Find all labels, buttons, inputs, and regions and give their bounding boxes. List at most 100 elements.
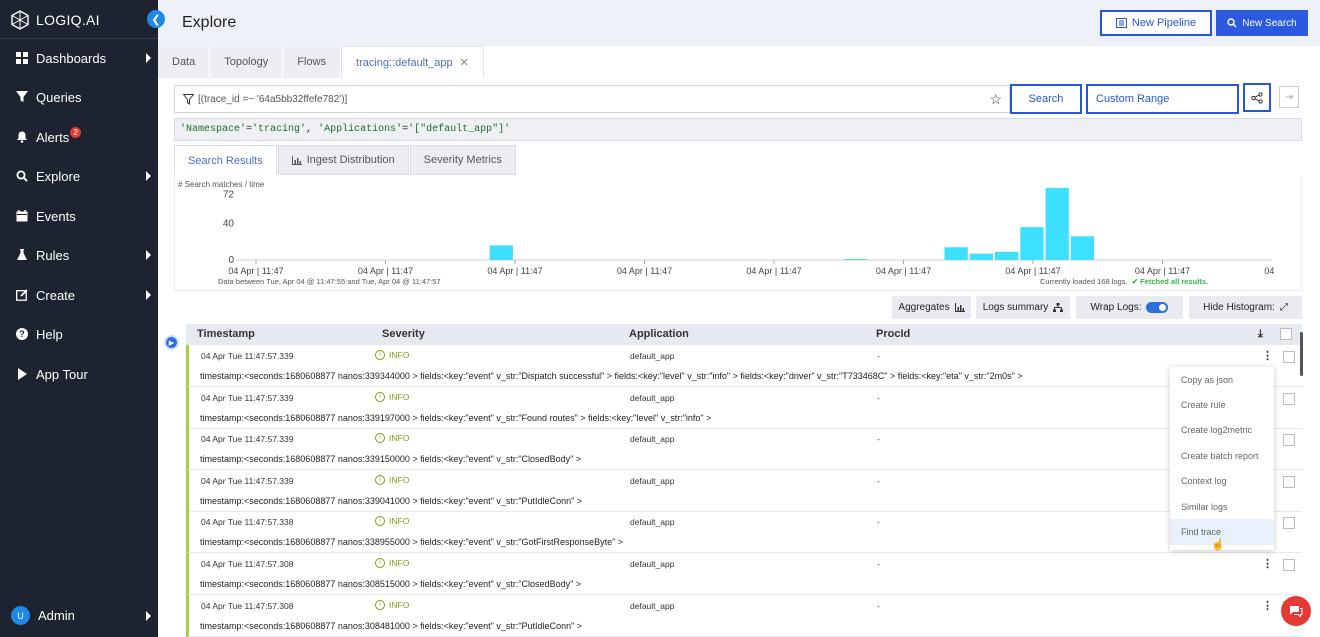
edit-icon — [15, 289, 28, 302]
row-checkbox[interactable] — [1283, 475, 1295, 488]
histogram-bar[interactable] — [995, 251, 1019, 260]
menu-item-create-batch-report[interactable]: Create batch report — [1170, 443, 1274, 468]
histogram-bar[interactable] — [843, 259, 867, 260]
chat-button[interactable] — [1281, 596, 1311, 626]
toggle-switch[interactable] — [1146, 302, 1169, 313]
share-button[interactable] — [1243, 83, 1271, 112]
row-checkbox[interactable] — [1283, 434, 1295, 447]
row-severity: i INFO — [375, 350, 409, 360]
tab-severity-metrics[interactable]: Severity Metrics — [409, 145, 516, 175]
row-message[interactable]: timestamp:<seconds:1680608877 nanos:3389… — [200, 537, 623, 547]
table-row[interactable]: 04 Apr Tue 11:47:57.339 i INFO default_app -… — [186, 428, 1302, 471]
expand-button[interactable]: ⇥ — [1279, 86, 1299, 108]
table-row[interactable]: 04 Apr Tue 11:47:57.308 i INFO default_app -… — [186, 594, 1302, 637]
row-application: default_app — [630, 475, 675, 486]
histogram-bar[interactable] — [1020, 227, 1044, 260]
more-vertical-icon[interactable]: ⋮ — [1262, 599, 1273, 612]
new-pipeline-label: New Pipeline — [1131, 17, 1197, 29]
tab-topology[interactable]: Topology — [210, 46, 284, 78]
new-search-button[interactable]: New Search — [1216, 10, 1308, 36]
row-message[interactable]: timestamp:<seconds:1680608877 nanos:3084… — [200, 621, 582, 631]
question-icon: ? — [15, 328, 28, 341]
sidebar-item-create[interactable]: Create — [0, 280, 158, 310]
tab-tracing-default-app[interactable]: tracing::default_app ✕ — [341, 46, 484, 78]
row-message[interactable]: timestamp:<seconds:1680608877 nanos:3391… — [200, 454, 581, 464]
sidebar-item-events[interactable]: Events — [0, 201, 158, 231]
tab-ingest-distribution[interactable]: Ingest Distribution — [277, 145, 409, 175]
histogram-bar[interactable] — [969, 253, 994, 260]
table-row[interactable]: 04 Apr Tue 11:47:57.338 i INFO default_app -… — [186, 511, 1302, 554]
col-timestamp[interactable]: Timestamp — [197, 328, 255, 340]
select-all-checkbox[interactable] — [1280, 328, 1292, 340]
star-icon[interactable]: ☆ — [989, 91, 1002, 108]
filter-bar[interactable]: 'Namespace' ='tracing', 'Applications' = '[… — [174, 118, 1302, 141]
user-menu[interactable]: U Admin — [11, 606, 75, 625]
row-procid: - — [877, 600, 880, 611]
table-row[interactable]: 04 Apr Tue 11:47:57.308 i INFO default_app -… — [186, 553, 1302, 595]
menu-item-copy-as-json[interactable]: Copy as json — [1170, 367, 1274, 392]
close-icon[interactable]: ✕ — [460, 56, 469, 69]
menu-item-create-log2metric[interactable]: Create log2metric — [1170, 418, 1274, 443]
sidebar-item-alerts[interactable]: Alerts 2 — [0, 122, 158, 152]
hide-histogram-label: Hide Histogram: — [1203, 302, 1275, 313]
menu-item-context-log[interactable]: Context log — [1170, 469, 1274, 494]
x-tick-label: 04 Apr | 11:47 — [617, 266, 672, 276]
row-checkbox[interactable] — [1283, 517, 1295, 530]
col-procid[interactable]: ProcId — [876, 328, 910, 340]
y-tick-label: 0 — [228, 255, 234, 266]
row-message[interactable]: timestamp:<seconds:1680608877 nanos:3393… — [200, 371, 1023, 381]
table-row[interactable]: 04 Apr Tue 11:47:57.339 i INFO default_app -… — [186, 345, 1302, 387]
chat-icon — [1290, 606, 1303, 617]
sidebar-item-label: Create — [36, 287, 76, 303]
page-header: Explore New Pipeline New Search — [158, 0, 1320, 46]
menu-item-similar-logs[interactable]: Similar logs — [1170, 494, 1274, 519]
row-checkbox[interactable] — [1283, 351, 1295, 363]
wrap-logs-toggle[interactable]: Wrap Logs: — [1076, 296, 1183, 319]
x-tick-label: 04 Apr | 11:47 — [228, 266, 283, 276]
more-vertical-icon[interactable]: ⋮ — [1262, 349, 1273, 362]
loaded-text: Currently loaded 168 logs. — [1040, 277, 1128, 286]
logs-summary-button[interactable]: Logs summary — [976, 296, 1070, 319]
play-icon[interactable]: ▶ — [164, 335, 179, 350]
row-application: default_app — [630, 434, 675, 445]
tab-flows[interactable]: Flows — [283, 46, 342, 78]
sidebar-item-label: App Tour — [36, 366, 88, 382]
new-pipeline-button[interactable]: New Pipeline — [1100, 10, 1212, 36]
more-vertical-icon[interactable]: ⋮ — [1262, 557, 1273, 570]
row-timestamp: 04 Apr Tue 11:47:57.338 — [201, 517, 294, 528]
scrollbar[interactable] — [1300, 332, 1303, 376]
row-message[interactable]: timestamp:<seconds:1680608877 nanos:3085… — [200, 579, 581, 589]
sidebar-item-rules[interactable]: Rules — [0, 240, 158, 270]
aggregates-button[interactable]: Aggregates — [892, 296, 971, 319]
row-message[interactable]: timestamp:<seconds:1680608877 nanos:3390… — [200, 496, 582, 506]
row-severity: i INFO — [375, 516, 409, 527]
sidebar-item-dashboards[interactable]: Dashboards — [0, 43, 158, 73]
search-button[interactable]: Search — [1010, 84, 1082, 114]
row-checkbox[interactable] — [1283, 392, 1295, 405]
query-input[interactable]: [(trace_id =~ '64a5bb32ffefe782')] ☆ — [174, 85, 1010, 113]
row-checkbox[interactable] — [1283, 559, 1295, 571]
row-message[interactable]: timestamp:<seconds:1680608877 nanos:3391… — [200, 413, 711, 423]
table-row[interactable]: 04 Apr Tue 11:47:57.339 i INFO default_app -… — [186, 469, 1302, 512]
collapse-sidebar-button[interactable]: ❮ — [147, 10, 165, 28]
col-application[interactable]: Application — [629, 328, 689, 340]
menu-item-create-rule[interactable]: Create rule — [1170, 392, 1274, 417]
sidebar-item-queries[interactable]: Queries — [0, 82, 158, 112]
histogram-bar[interactable] — [1045, 187, 1069, 260]
chevron-right-icon — [146, 53, 151, 63]
logo[interactable]: LOGIQ.AI — [10, 9, 100, 31]
sidebar-item-app-tour[interactable]: App Tour — [0, 359, 158, 389]
hide-histogram-button[interactable]: Hide Histogram: ⤢ — [1189, 296, 1302, 319]
table-row[interactable]: 04 Apr Tue 11:47:57.339 i INFO default_app -… — [186, 386, 1302, 429]
tab-data[interactable]: Data — [158, 46, 211, 78]
sidebar-item-help[interactable]: ? Help — [0, 319, 158, 349]
col-severity[interactable]: Severity — [382, 328, 425, 340]
histogram-bar[interactable] — [489, 245, 513, 260]
histogram-bar[interactable] — [1070, 236, 1095, 260]
download-icon[interactable]: ⤓ — [1258, 328, 1263, 341]
sidebar-item-explore[interactable]: Explore — [0, 161, 158, 191]
tab-search-results[interactable]: Search Results — [174, 145, 277, 175]
bar-chart-icon — [291, 155, 302, 165]
histogram-bar[interactable] — [944, 247, 968, 260]
time-range-picker[interactable]: Custom Range — [1086, 84, 1239, 114]
